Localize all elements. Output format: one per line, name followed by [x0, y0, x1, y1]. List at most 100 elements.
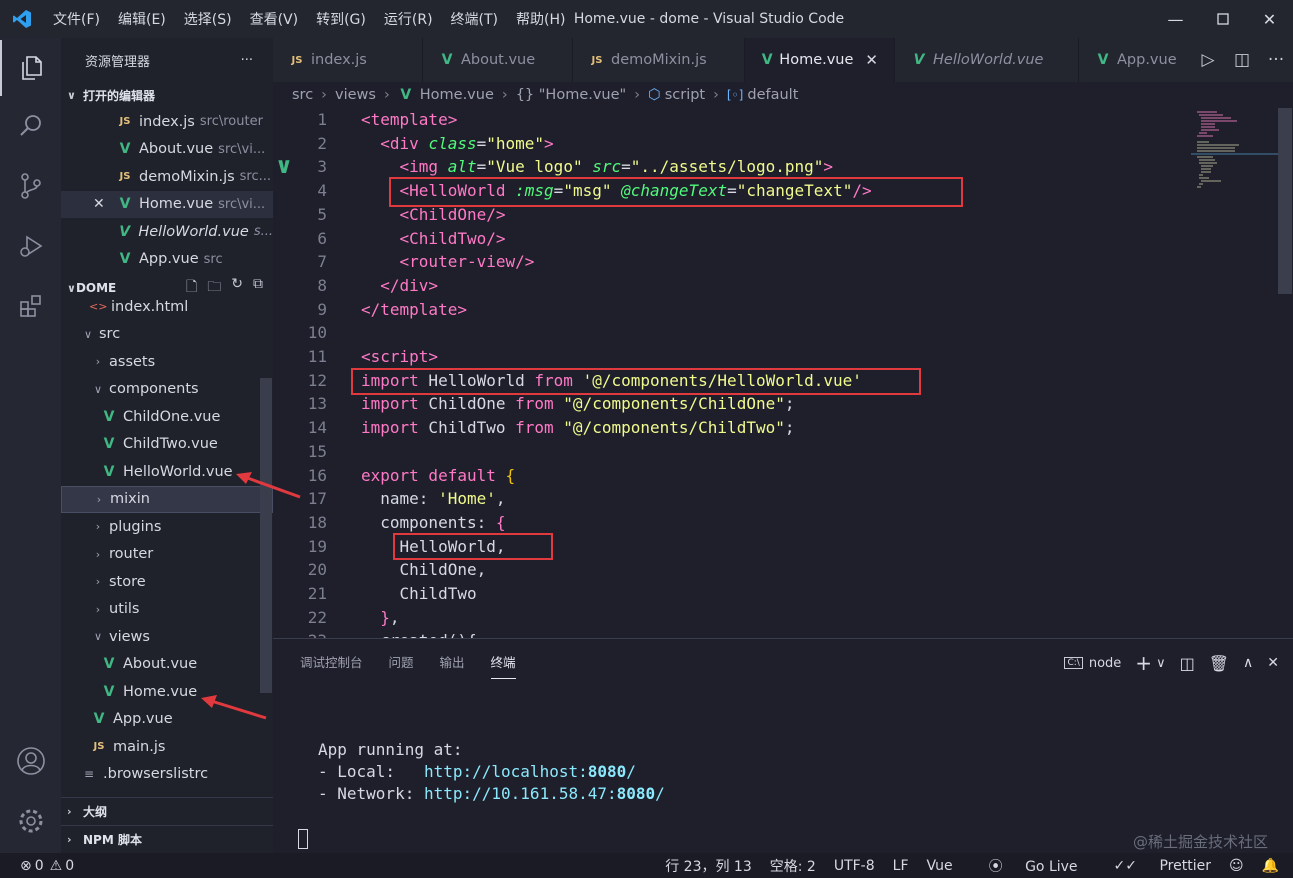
line-number: 13 [307, 394, 327, 414]
open-editor-item[interactable]: JS index.js src\router [61, 108, 273, 136]
tree-folder-hover[interactable]: › mixin [61, 485, 273, 513]
terminal-selector[interactable]: node [1089, 656, 1121, 671]
menu-view[interactable]: 查看(V) [241, 9, 308, 29]
editor-scrollbar[interactable] [1278, 108, 1292, 294]
maximize-icon[interactable] [1199, 0, 1246, 38]
open-editor-item[interactable]: V HelloWorld.vue s... [61, 218, 273, 246]
cursor-position[interactable]: 行 23，列 13 [665, 856, 752, 876]
tree-item[interactable]: V Home.vue [61, 678, 273, 706]
tree-folder[interactable]: › store [61, 568, 273, 596]
tab-label: HelloWorld.vue [933, 52, 1044, 68]
breadcrumb-default[interactable]: default [747, 87, 798, 103]
open-editors-section[interactable]: ∨ 打开的编辑器 [61, 82, 273, 108]
add-terminal-icon[interactable]: + [1135, 651, 1152, 675]
menu-help[interactable]: 帮助(H) [507, 9, 574, 29]
open-editor-item[interactable]: V About.vue src\vi... [61, 136, 273, 164]
tree-folder[interactable]: ∨ components [61, 376, 273, 404]
tree-folder[interactable]: › assets [61, 348, 273, 376]
more-actions-icon[interactable]: ··· [241, 53, 253, 68]
language-mode[interactable]: Vue [927, 858, 953, 874]
tab-about-vue[interactable]: V About.vue [423, 38, 573, 82]
local-url[interactable]: http://localhost: [424, 762, 588, 781]
menu-file[interactable]: 文件(F) [44, 9, 109, 29]
trash-icon[interactable]: 🗑 [1209, 654, 1229, 673]
close-editor-icon[interactable]: ✕ [93, 196, 117, 212]
menu-go[interactable]: 转到(G) [307, 9, 375, 29]
tree-item[interactable]: JS main.js [61, 733, 273, 761]
split-editor-icon[interactable]: ◫ [1225, 50, 1259, 70]
tree-item[interactable]: V ChildOne.vue [61, 403, 273, 431]
search-icon[interactable] [0, 98, 61, 154]
menu-selection[interactable]: 选择(S) [175, 9, 241, 29]
tab-debug-console[interactable]: 调试控制台 [300, 649, 363, 679]
outline-section[interactable]: › 大纲 [61, 797, 273, 825]
close-window-icon[interactable]: ✕ [1246, 0, 1293, 38]
bell-icon[interactable]: 🔔 [1262, 858, 1279, 874]
npm-scripts-section[interactable]: › NPM 脚本 [61, 825, 273, 853]
tab-output[interactable]: 输出 [440, 649, 465, 679]
file-name: About.vue [123, 656, 198, 673]
breadcrumb-views[interactable]: views [335, 87, 376, 103]
tab-home-vue[interactable]: V Home.vue ✕ [745, 38, 895, 82]
highlight-box [389, 177, 963, 207]
chevron-down-icon[interactable]: ∨ [1156, 656, 1166, 671]
menu-run[interactable]: 运行(R) [375, 9, 442, 29]
tree-item[interactable]: ≡ .browserslistrc [61, 761, 273, 789]
open-editor-item-active[interactable]: ✕ V Home.vue src\vi... [61, 190, 273, 218]
indentation[interactable]: 空格: 2 [770, 856, 816, 876]
more-actions-icon[interactable]: ··· [1259, 50, 1293, 70]
explorer-icon[interactable] [0, 40, 61, 96]
close-panel-icon[interactable]: ✕ [1267, 655, 1279, 671]
tab-app-vue[interactable]: V App.vue [1079, 38, 1199, 82]
terminal-output[interactable]: App running at: - Local: http://localhost… [318, 739, 665, 805]
tree-folder[interactable]: › utils [61, 596, 273, 624]
tab-demomixin-js[interactable]: JS demoMixin.js [573, 38, 745, 82]
sidebar-scrollbar[interactable] [260, 378, 272, 693]
breadcrumb-src[interactable]: src [292, 87, 313, 103]
status-problems[interactable]: ⊗ 0 ⚠ 0 [0, 858, 74, 874]
menu-edit[interactable]: 编辑(E) [109, 9, 175, 29]
encoding[interactable]: UTF-8 [834, 858, 875, 874]
tree-folder[interactable]: › router [61, 541, 273, 569]
file-name: About.vue [139, 141, 214, 158]
tree-folder[interactable]: ∨ views [61, 623, 273, 651]
tree-folder[interactable]: ∨ src [61, 321, 273, 349]
breadcrumb-file[interactable]: Home.vue [420, 87, 494, 103]
open-editor-item[interactable]: V App.vue src [61, 246, 273, 274]
tab-problems[interactable]: 问题 [389, 649, 414, 679]
extensions-icon[interactable] [0, 278, 61, 334]
tree-item[interactable]: V ChildTwo.vue [61, 431, 273, 459]
tab-terminal[interactable]: 终端 [490, 649, 516, 679]
minimize-icon[interactable]: — [1152, 0, 1199, 38]
run-debug-icon[interactable] [0, 218, 61, 274]
breadcrumb-object[interactable]: {} "Home.vue" [516, 87, 627, 103]
minimap[interactable] [1191, 108, 1281, 198]
file-name: Home.vue [123, 683, 198, 700]
go-live-button[interactable]: ⦿ Go Live [971, 856, 1078, 876]
account-icon[interactable] [0, 733, 61, 789]
settings-gear-icon[interactable] [0, 793, 61, 849]
tree-folder[interactable]: › plugins [61, 513, 273, 541]
menu-terminal[interactable]: 终端(T) [442, 9, 507, 29]
run-icon[interactable]: ▷ [1191, 50, 1225, 70]
prettier-button[interactable]: ✓✓ Prettier [1096, 858, 1211, 874]
tree-item[interactable]: V About.vue [61, 651, 273, 679]
feedback-icon[interactable]: ☺ [1229, 858, 1244, 874]
tab-helloworld-vue[interactable]: V HelloWorld.vue [895, 38, 1079, 82]
source-control-icon[interactable] [0, 158, 61, 214]
breadcrumb-script[interactable]: script [665, 87, 705, 103]
tree-item[interactable]: V App.vue [61, 706, 273, 734]
line-ending[interactable]: LF [893, 858, 909, 874]
tree-item[interactable]: V HelloWorld.vue [61, 458, 273, 486]
tab-index-js[interactable]: JS index.js [273, 38, 423, 82]
cube-icon: ⬡ [648, 87, 661, 103]
open-editor-item[interactable]: JS demoMixin.js src... [61, 163, 273, 191]
line-number: 16 [307, 465, 327, 485]
maximize-panel-icon[interactable]: ∧ [1243, 655, 1253, 671]
close-tab-icon[interactable]: ✕ [865, 51, 878, 69]
network-url[interactable]: http://10.161.58.47: [424, 784, 617, 803]
breadcrumb: src › views › V Home.vue › {} "Home.vue" › ⬡ s… [273, 82, 1293, 108]
code-editor[interactable]: ∨ 1 <template> 2 <div class="home"> 3 <im… [273, 108, 1293, 638]
split-terminal-icon[interactable]: ◫ [1180, 654, 1195, 673]
tree-item[interactable]: <> index.html [61, 293, 273, 321]
